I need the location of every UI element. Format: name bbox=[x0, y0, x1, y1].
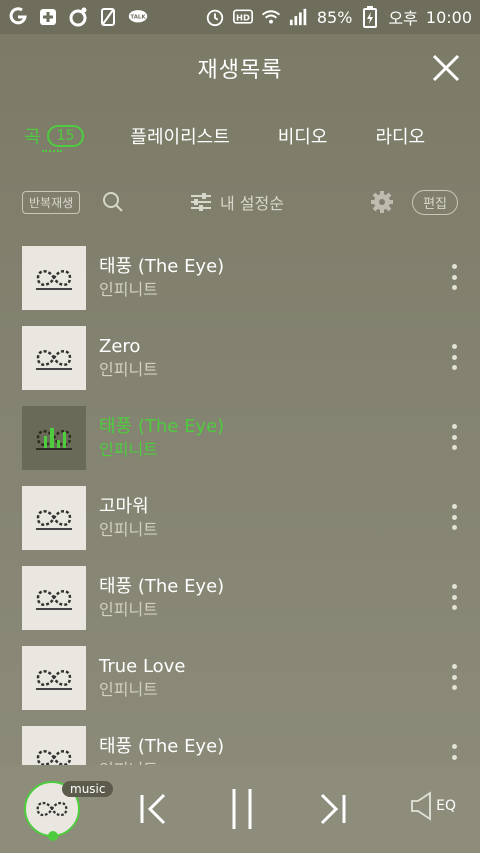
song-title: 태풍 (The Eye) bbox=[99, 416, 225, 437]
song-title: 태풍 (The Eye) bbox=[99, 256, 225, 277]
next-button[interactable] bbox=[312, 789, 352, 829]
sliders-icon bbox=[191, 193, 211, 211]
album-art bbox=[22, 566, 86, 630]
close-button[interactable] bbox=[430, 52, 462, 84]
more-options-icon[interactable] bbox=[452, 504, 458, 530]
tab-songs-count: 15 bbox=[46, 125, 85, 147]
pause-button[interactable] bbox=[222, 787, 262, 829]
more-options-icon[interactable] bbox=[452, 424, 458, 450]
album-art bbox=[22, 246, 86, 310]
song-title: 고마워 bbox=[99, 496, 149, 517]
list-item-now-playing[interactable]: 태풍 (The Eye) 인피니트 bbox=[0, 398, 480, 478]
album-art bbox=[22, 486, 86, 550]
previous-icon bbox=[140, 793, 166, 825]
hd-icon: HD bbox=[232, 7, 253, 27]
song-artist: 인피니트 bbox=[99, 280, 158, 299]
list-item[interactable]: 태풍 (The Eye) 인피니트 bbox=[0, 558, 480, 638]
progress-dot bbox=[48, 831, 58, 841]
playlist-header: 재생목록 bbox=[0, 34, 480, 102]
tab-playlists[interactable]: 플레이리스트 bbox=[130, 123, 229, 149]
repeat-button[interactable]: 반복재생 bbox=[22, 190, 81, 214]
more-options-icon[interactable] bbox=[452, 264, 458, 290]
infinity-logo-icon bbox=[36, 801, 68, 817]
page-title: 재생목록 bbox=[197, 58, 283, 83]
close-icon bbox=[432, 54, 460, 82]
more-options-icon[interactable] bbox=[452, 664, 458, 690]
infinity-logo-icon bbox=[36, 350, 72, 366]
repeat-label: 반복재생 bbox=[29, 195, 74, 210]
eq-button[interactable]: EQ bbox=[410, 791, 456, 821]
speaker-icon bbox=[411, 791, 432, 821]
no-sim-icon bbox=[98, 7, 118, 27]
list-item[interactable]: Zero 인피니트 bbox=[0, 318, 480, 398]
list-item[interactable]: 고마워 인피니트 bbox=[0, 478, 480, 558]
status-bar: TALK HD 85% 오후 10:00 bbox=[0, 0, 480, 34]
wifi-icon bbox=[261, 7, 281, 27]
list-item[interactable]: True Love 인피니트 bbox=[0, 638, 480, 718]
plus-box-icon bbox=[38, 7, 58, 27]
song-artist: 인피니트 bbox=[99, 520, 158, 539]
infinity-logo-icon bbox=[36, 590, 72, 606]
song-list: 태풍 (The Eye) 인피니트 Zero 인피니트 태풍 (The Eye)… bbox=[0, 238, 480, 798]
tab-videos[interactable]: 비디오 bbox=[278, 123, 328, 149]
edit-label: 편집 bbox=[423, 196, 447, 212]
song-title: Zero bbox=[99, 336, 141, 357]
tab-radio[interactable]: 라디오 bbox=[375, 123, 425, 149]
list-item[interactable]: 태풍 (The Eye) 인피니트 bbox=[0, 238, 480, 318]
infinity-logo-icon bbox=[36, 510, 72, 526]
gear-icon[interactable] bbox=[370, 190, 394, 214]
sort-button[interactable]: 내 설정순 bbox=[190, 190, 284, 214]
alarm-icon bbox=[205, 7, 225, 27]
tab-songs-label: 곡 bbox=[24, 127, 41, 148]
eq-label: EQ bbox=[436, 798, 456, 814]
song-artist: 인피니트 bbox=[99, 360, 158, 379]
pause-icon bbox=[232, 789, 252, 829]
mini-player: music EQ bbox=[0, 765, 480, 853]
clock-time: 10:00 bbox=[425, 7, 472, 27]
signal-icon bbox=[289, 7, 309, 27]
now-playing-eq-icon bbox=[44, 428, 66, 448]
next-icon bbox=[320, 793, 346, 825]
song-artist: 인피니트 bbox=[99, 680, 158, 699]
song-title: 태풍 (The Eye) bbox=[99, 736, 225, 757]
notification-o-icon bbox=[8, 7, 28, 27]
battery-percent: 85% bbox=[316, 7, 353, 27]
sort-label: 내 설정순 bbox=[220, 194, 284, 213]
more-options-icon[interactable] bbox=[452, 344, 458, 370]
tab-bar: 곡 15 플레이리스트 비디오 라디오 bbox=[0, 108, 480, 164]
infinity-logo-icon bbox=[36, 670, 72, 686]
list-toolbar: 반복재생 내 설정순 편집 bbox=[0, 180, 480, 224]
edit-button[interactable]: 편집 bbox=[412, 189, 458, 215]
tab-songs[interactable]: 곡 15 bbox=[24, 123, 85, 149]
song-artist: 인피니트 bbox=[99, 600, 158, 619]
svg-text:HD: HD bbox=[236, 12, 250, 22]
previous-button[interactable] bbox=[134, 789, 174, 829]
song-artist: 인피니트 bbox=[99, 440, 158, 459]
search-icon[interactable] bbox=[102, 191, 124, 213]
talk-icon: TALK bbox=[128, 7, 148, 27]
album-art bbox=[22, 646, 86, 710]
album-art bbox=[22, 326, 86, 390]
source-badge: music bbox=[62, 781, 114, 797]
ampm-label: 오후 bbox=[388, 9, 418, 28]
more-options-icon[interactable] bbox=[452, 584, 458, 610]
svg-text:TALK: TALK bbox=[131, 15, 147, 21]
album-art bbox=[22, 406, 86, 470]
song-title: 태풍 (The Eye) bbox=[99, 576, 225, 597]
record-icon bbox=[68, 7, 88, 27]
song-title: True Love bbox=[99, 656, 186, 677]
active-tab-indicator bbox=[42, 150, 62, 154]
infinity-logo-icon bbox=[36, 270, 72, 286]
battery-charging-icon bbox=[360, 6, 380, 28]
